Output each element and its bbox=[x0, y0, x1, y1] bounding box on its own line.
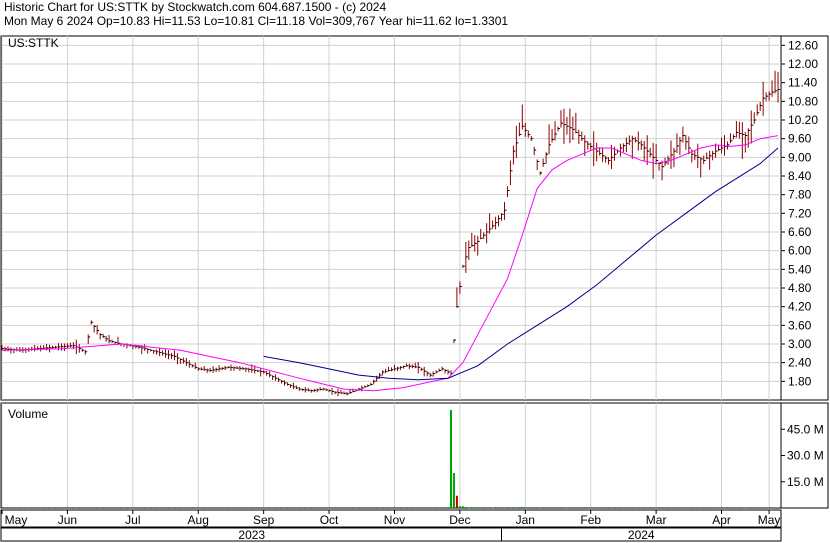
price-tick-label: 9.00 bbox=[788, 150, 812, 164]
volume-bar bbox=[521, 506, 524, 508]
long-moving-average-line bbox=[263, 147, 779, 381]
price-tick-label: 10.20 bbox=[788, 113, 818, 127]
month-label: Sep bbox=[253, 513, 275, 527]
volume-bar bbox=[476, 507, 479, 508]
volume-tick-label: 45.0 M bbox=[787, 422, 824, 436]
volume-bar bbox=[491, 507, 494, 508]
price-tick-label: 6.00 bbox=[788, 244, 812, 258]
volume-tick-label: 30.0 M bbox=[787, 449, 824, 463]
month-label: Oct bbox=[320, 513, 339, 527]
price-tick-label: 12.00 bbox=[788, 57, 818, 71]
month-label: May bbox=[5, 513, 28, 527]
month-label: Jun bbox=[58, 513, 77, 527]
volume-bar bbox=[461, 506, 464, 508]
volume-panel-label: Volume bbox=[8, 407, 48, 421]
price-tick-label: 4.20 bbox=[788, 300, 812, 314]
volume-bar bbox=[452, 473, 455, 508]
volume-bar bbox=[595, 507, 598, 508]
price-tick-label: 1.80 bbox=[788, 374, 812, 388]
volume-bar bbox=[625, 507, 628, 508]
month-label: May bbox=[758, 513, 781, 527]
volume-bar bbox=[467, 507, 470, 508]
stock-chart: 12.60 12.00 11.40 10.80 10.20 9.60 9.00 8.40 7.8… bbox=[0, 35, 829, 542]
year-label: 2024 bbox=[628, 528, 655, 542]
month-label: Apr bbox=[712, 513, 731, 527]
price-tick-label: 5.40 bbox=[788, 262, 812, 276]
volume-bar bbox=[458, 506, 461, 508]
volume-bar bbox=[744, 507, 747, 508]
volume-bar bbox=[464, 506, 467, 508]
price-tick-label: 9.60 bbox=[788, 132, 812, 146]
price-tick-label: 4.80 bbox=[788, 281, 812, 295]
volume-panel-frame bbox=[0, 402, 829, 509]
month-label: Nov bbox=[384, 513, 405, 527]
volume-bar bbox=[774, 507, 777, 508]
price-tick-label: 11.40 bbox=[788, 76, 817, 90]
volume-bar bbox=[684, 507, 687, 508]
price-tick-label: 3.00 bbox=[788, 337, 812, 351]
price-tick-label: 2.40 bbox=[788, 356, 812, 370]
price-panel-frame bbox=[0, 35, 829, 401]
price-tick-label: 12.60 bbox=[788, 38, 818, 52]
price-tick-label: 7.80 bbox=[788, 188, 812, 202]
volume-bar bbox=[506, 507, 509, 508]
month-label: Feb bbox=[580, 513, 601, 527]
price-tick-label: 3.60 bbox=[788, 318, 812, 332]
year-axis-frame bbox=[0, 527, 782, 542]
volume-bar bbox=[714, 507, 717, 508]
price-tick-label: 10.80 bbox=[788, 94, 818, 108]
price-tick-label: 7.20 bbox=[788, 206, 812, 220]
price-panel-label: US:STTK bbox=[8, 36, 59, 50]
month-label: Jul bbox=[125, 513, 140, 527]
volume-bar bbox=[449, 410, 452, 508]
price-tick-label: 6.60 bbox=[788, 225, 812, 239]
volume-bar bbox=[455, 495, 458, 508]
month-label: Aug bbox=[188, 513, 209, 527]
volume-bar bbox=[655, 507, 658, 508]
volume-bar bbox=[565, 507, 568, 508]
volume-tick-label: 15.0 M bbox=[787, 475, 824, 489]
month-label: Mar bbox=[646, 513, 667, 527]
month-label: Dec bbox=[449, 513, 470, 527]
year-label: 2023 bbox=[238, 528, 265, 542]
volume-bar bbox=[536, 507, 539, 508]
price-tick-label: 8.40 bbox=[788, 169, 812, 183]
month-label: Jan bbox=[516, 513, 535, 527]
